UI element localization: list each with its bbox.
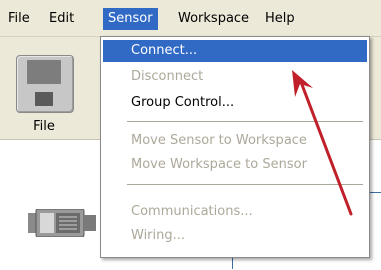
menu-edit[interactable]: Edit bbox=[44, 9, 79, 29]
menu-item-disconnect[interactable]: Disconnect bbox=[103, 66, 367, 88]
menu-separator bbox=[127, 121, 363, 122]
file-toolbar-label: File bbox=[33, 119, 55, 134]
menu-separator bbox=[127, 184, 363, 185]
menu-item-group-control[interactable]: Group Control... bbox=[103, 92, 367, 114]
menu-item-communications[interactable]: Communications... bbox=[103, 201, 367, 223]
menu-help[interactable]: Help bbox=[260, 9, 300, 29]
menu-item-move-sensor-to-workspace[interactable]: Move Sensor to Workspace bbox=[103, 130, 367, 152]
menu-sensor[interactable]: Sensor bbox=[103, 8, 158, 30]
menu-workspace[interactable]: Workspace bbox=[173, 9, 254, 29]
menu-item-connect[interactable]: Connect... bbox=[103, 40, 367, 62]
menu-file[interactable]: File bbox=[3, 9, 35, 29]
sensor-dropdown-menu: Connect... Disconnect Group Control... M… bbox=[100, 36, 370, 258]
menubar: File Edit Sensor Workspace Help bbox=[0, 0, 381, 37]
menu-item-move-workspace-to-sensor[interactable]: Move Workspace to Sensor bbox=[103, 154, 367, 176]
file-toolbar-button[interactable]: File bbox=[14, 55, 74, 134]
floppy-disk-icon bbox=[16, 55, 74, 113]
sensor-device-icon[interactable] bbox=[28, 209, 98, 237]
application-window: File Edit Sensor Workspace Help File Con… bbox=[0, 0, 381, 270]
menu-item-wiring[interactable]: Wiring... bbox=[103, 225, 367, 247]
